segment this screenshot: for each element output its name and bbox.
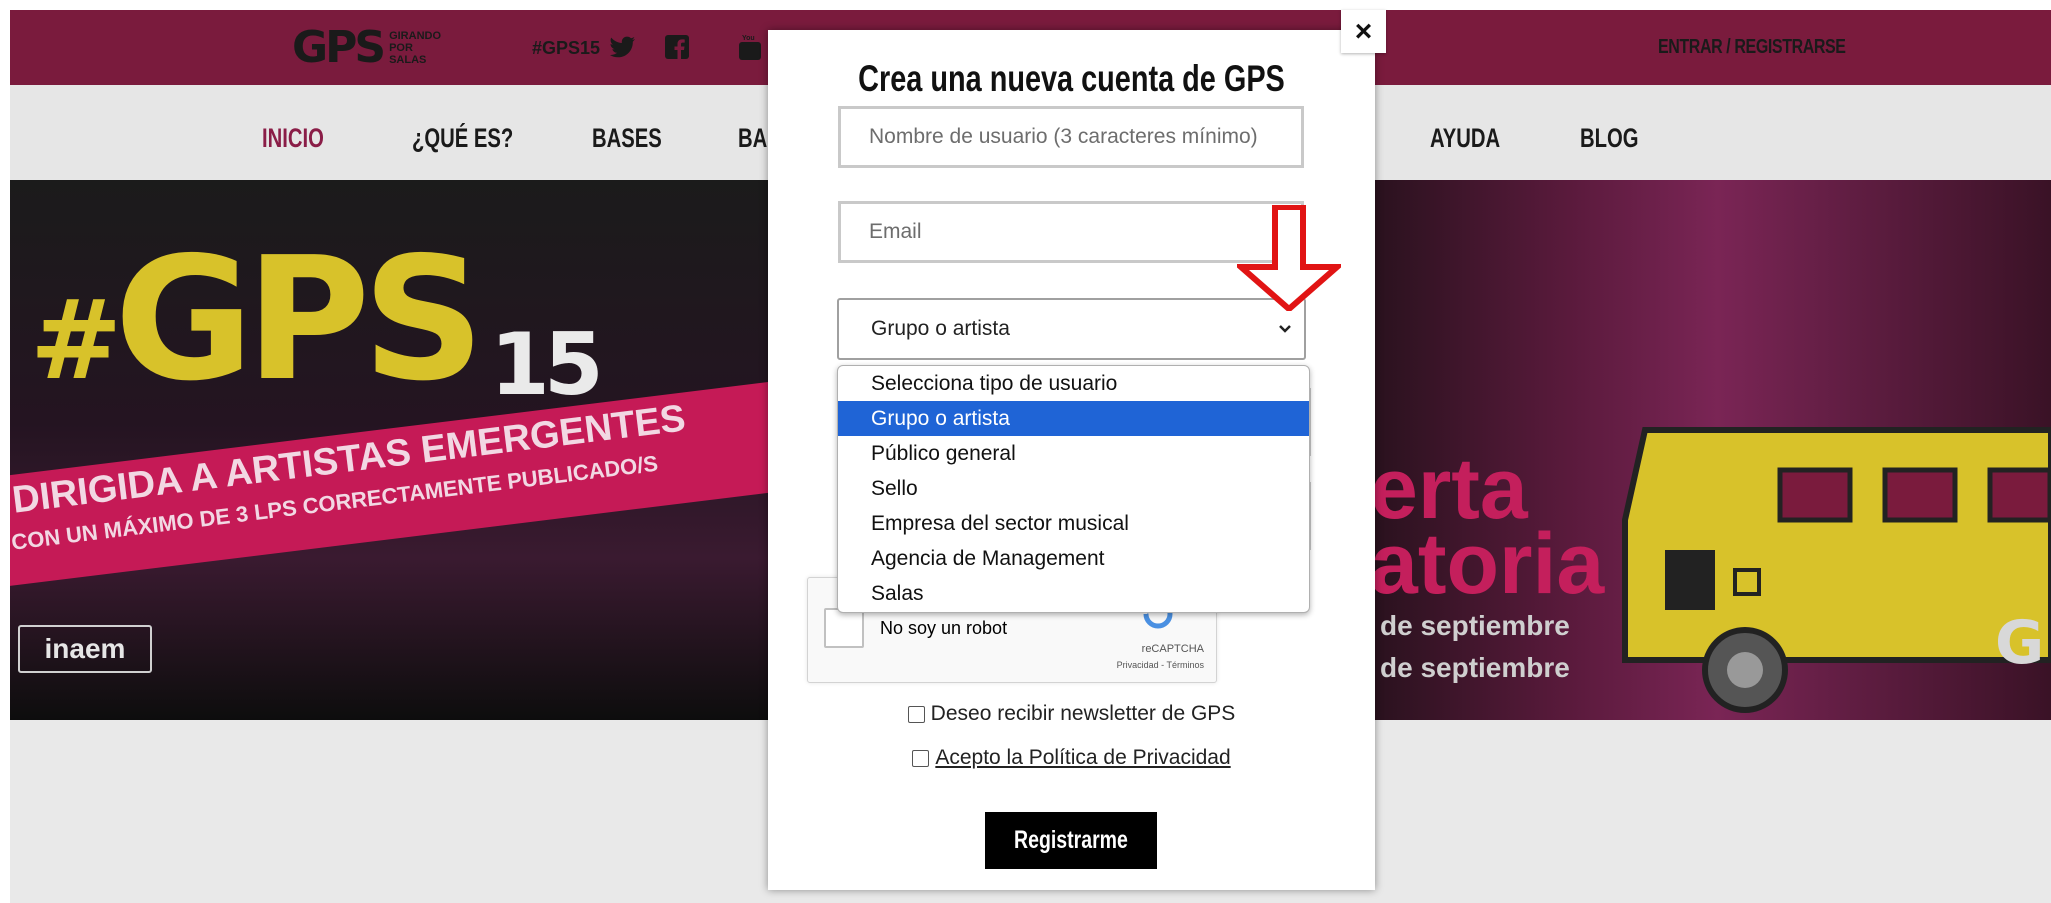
hero-edition-number: 15 (490, 315, 604, 415)
newsletter-label: Deseo recibir newsletter de GPS (930, 702, 1236, 725)
close-icon[interactable]: × (1341, 10, 1386, 53)
logo-mark: GPS (292, 22, 386, 73)
user-type-select[interactable]: Grupo o artista (837, 298, 1306, 360)
hero-date-1: de septiembre (1380, 610, 1570, 641)
dropdown-option[interactable]: Empresa del sector musical (838, 506, 1309, 541)
twitter-icon[interactable] (608, 32, 638, 62)
newsletter-option[interactable]: Deseo recibir newsletter de GPS (768, 702, 1375, 726)
corner-gps-logo: G (1995, 608, 2045, 678)
nav-item-blog[interactable]: BLOG (1580, 123, 1639, 154)
privacy-option[interactable]: Acepto la Política de Privacidad (768, 746, 1375, 770)
red-arrow-annotation (1237, 205, 1341, 311)
user-type-selected-value: Grupo o artista (871, 317, 1010, 340)
register-button[interactable]: Registrarme (985, 812, 1157, 869)
modal-title: Crea una nueva cuenta de GPS (858, 58, 1285, 99)
recaptcha-links[interactable]: Privacidad - Términos (1078, 660, 1204, 670)
newsletter-checkbox[interactable] (907, 705, 925, 723)
chevron-down-icon (1278, 318, 1292, 339)
svg-text:You: You (742, 35, 755, 42)
dropdown-option[interactable]: Público general (838, 436, 1309, 471)
nav-item-inicio[interactable]: INICIO (262, 123, 324, 154)
nav-item-ayuda[interactable]: AYUDA (1430, 123, 1500, 154)
dropdown-option[interactable]: Agencia de Management (838, 541, 1309, 576)
user-type-dropdown: Selecciona tipo de usuario Grupo o artis… (837, 365, 1310, 613)
logo-subtitle: GIRANDO POR SALAS (389, 29, 442, 66)
nav-item-bases[interactable]: BASES (592, 123, 662, 154)
email-field[interactable]: Email (838, 201, 1304, 263)
dropdown-option[interactable]: Salas (838, 576, 1309, 611)
facebook-icon[interactable] (662, 32, 692, 62)
nav-item-que-es[interactable]: ¿QUÉ ES? (412, 123, 513, 154)
username-field[interactable]: Nombre de usuario (3 caracteres mínimo) (838, 106, 1304, 168)
hashtag-label[interactable]: #GPS15 (532, 38, 600, 59)
dropdown-option-selected[interactable]: Grupo o artista (838, 401, 1309, 436)
recaptcha-checkbox[interactable] (824, 608, 864, 648)
hero-gps-title: #GPS (30, 221, 485, 419)
privacy-policy-link[interactable]: Acepto la Política de Privacidad (935, 746, 1230, 770)
privacy-checkbox[interactable] (912, 749, 930, 767)
youtube-icon[interactable]: You (735, 32, 765, 62)
inaem-logo: inaem (18, 625, 152, 673)
hero-date-2: de septiembre (1380, 652, 1570, 683)
recaptcha-brand: reCAPTCHA (1141, 643, 1204, 655)
recaptcha-label: No soy un robot (880, 618, 1008, 638)
van-illustration (1622, 427, 2051, 713)
gps-logo[interactable]: GPS GIRANDO POR SALAS (292, 20, 441, 75)
dropdown-option[interactable]: Sello (838, 471, 1309, 506)
hero-partial-text-2: atoria (1370, 516, 1605, 612)
dropdown-option[interactable]: Selecciona tipo de usuario (838, 366, 1309, 401)
nav-item-partial[interactable]: BA (738, 123, 767, 154)
login-register-link[interactable]: ENTRAR / REGISTRARSE (1658, 36, 1846, 59)
